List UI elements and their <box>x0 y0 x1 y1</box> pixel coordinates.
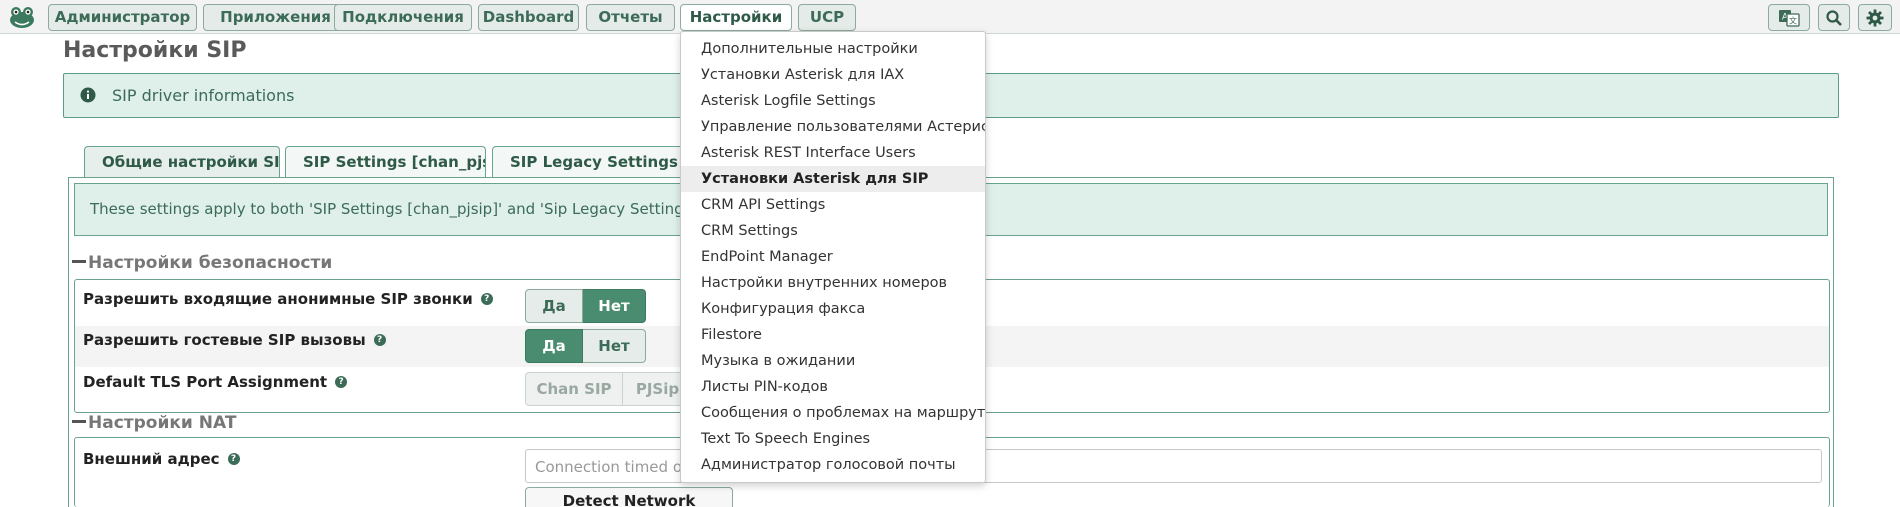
collapse-icon[interactable] <box>72 419 86 423</box>
nat-section-title[interactable]: Настройки NAT <box>72 413 236 433</box>
anonymous-sip-yes-button[interactable]: Да <box>525 289 583 323</box>
nav-reports[interactable]: Отчеты <box>586 4 675 31</box>
tab-sip-pjsip[interactable]: SIP Settings [chan_pjsip] <box>285 146 486 178</box>
menu-item-endpoint-manager[interactable]: EndPoint Manager <box>681 244 985 270</box>
alert-text: SIP driver informations <box>112 86 295 105</box>
guest-sip-label: Разрешить гостевые SIP вызовы? <box>83 331 386 349</box>
security-section-title[interactable]: Настройки безопасности <box>72 253 332 273</box>
menu-item-pin-sets[interactable]: Листы PIN-кодов <box>681 374 985 400</box>
anonymous-sip-label: Разрешить входящие анонимные SIP звонки? <box>83 290 493 308</box>
nav-settings[interactable]: Настройки <box>680 4 792 31</box>
settings-button[interactable] <box>1858 4 1892 31</box>
menu-item-tts-engines[interactable]: Text To Speech Engines <box>681 426 985 452</box>
tab-sip-legacy[interactable]: SIP Legacy Settings [chan_sip] <box>492 146 692 178</box>
menu-item-fax-configuration[interactable]: Конфигурация факса <box>681 296 985 322</box>
settings-dropdown-menu: Дополнительные настройки Установки Aster… <box>680 31 986 483</box>
guest-sip-yes-button[interactable]: Да <box>525 329 583 363</box>
menu-item-rest-interface-users[interactable]: Asterisk REST Interface Users <box>681 140 985 166</box>
security-section-label: Настройки безопасности <box>88 253 333 273</box>
svg-text:文: 文 <box>1789 15 1797 25</box>
menu-item-asterisk-users[interactable]: Управление пользователями Астериск <box>681 114 985 140</box>
info-icon <box>80 87 96 103</box>
translate-icon: A 文 <box>1779 9 1800 27</box>
nav-connectivity[interactable]: Подключения <box>334 4 472 31</box>
external-address-label: Внешний адрес? <box>83 450 240 468</box>
menu-item-iax-settings[interactable]: Установки Asterisk для IAX <box>681 62 985 88</box>
tab-general-sip[interactable]: Общие настройки SIP <box>84 146 280 178</box>
menu-item-crm-api-settings[interactable]: CRM API Settings <box>681 192 985 218</box>
settings-note-text: These settings apply to both 'SIP Settin… <box>90 200 783 218</box>
nav-applications[interactable]: Приложения <box>203 4 348 31</box>
search-button[interactable] <box>1818 4 1850 31</box>
menu-item-route-congestion[interactable]: Сообщения о проблемах на маршруте <box>681 400 985 426</box>
nav-dashboard[interactable]: Dashboard <box>478 4 579 31</box>
frog-logo-icon[interactable] <box>8 3 36 31</box>
anonymous-sip-label-text: Разрешить входящие анонимные SIP звонки <box>83 290 473 308</box>
guest-sip-label-text: Разрешить гостевые SIP вызовы <box>83 331 366 349</box>
menu-item-sip-settings[interactable]: Установки Asterisk для SIP <box>681 166 985 192</box>
menu-item-advanced-settings[interactable]: Дополнительные настройки <box>681 36 985 62</box>
guest-sip-no-button[interactable]: Нет <box>583 329 646 363</box>
top-navbar: Администратор Приложения Подключения Das… <box>0 0 1900 34</box>
search-icon <box>1826 9 1842 26</box>
question-icon[interactable]: ? <box>480 292 493 305</box>
menu-item-logfile-settings[interactable]: Asterisk Logfile Settings <box>681 88 985 114</box>
detect-network-settings-button[interactable]: Detect Network Settings <box>525 487 733 507</box>
tls-chan-sip-button[interactable]: Chan SIP <box>525 372 623 406</box>
nav-ucp[interactable]: UCP <box>798 4 856 31</box>
tls-port-label-text: Default TLS Port Assignment <box>83 373 328 391</box>
question-icon[interactable]: ? <box>373 333 386 346</box>
external-address-value: Connection timed out <box>535 458 698 476</box>
gear-icon <box>1866 9 1884 26</box>
collapse-icon[interactable] <box>72 259 86 263</box>
menu-item-extension-settings[interactable]: Настройки внутренних номеров <box>681 270 985 296</box>
tls-port-label: Default TLS Port Assignment? <box>83 373 348 391</box>
page-title: Настройки SIP <box>63 38 247 63</box>
external-address-label-text: Внешний адрес <box>83 450 220 468</box>
question-icon[interactable]: ? <box>335 375 348 388</box>
menu-item-filestore[interactable]: Filestore <box>681 322 985 348</box>
menu-item-voicemail-admin[interactable]: Администратор голосовой почты <box>681 452 985 478</box>
nav-administrator[interactable]: Администратор <box>48 4 197 31</box>
question-icon[interactable]: ? <box>227 452 240 465</box>
menu-item-music-on-hold[interactable]: Музыка в ожидании <box>681 348 985 374</box>
anonymous-sip-no-button[interactable]: Нет <box>583 289 646 323</box>
menu-item-crm-settings[interactable]: CRM Settings <box>681 218 985 244</box>
nat-section-label: Настройки NAT <box>88 413 237 433</box>
translate-button[interactable]: A 文 <box>1768 4 1810 31</box>
